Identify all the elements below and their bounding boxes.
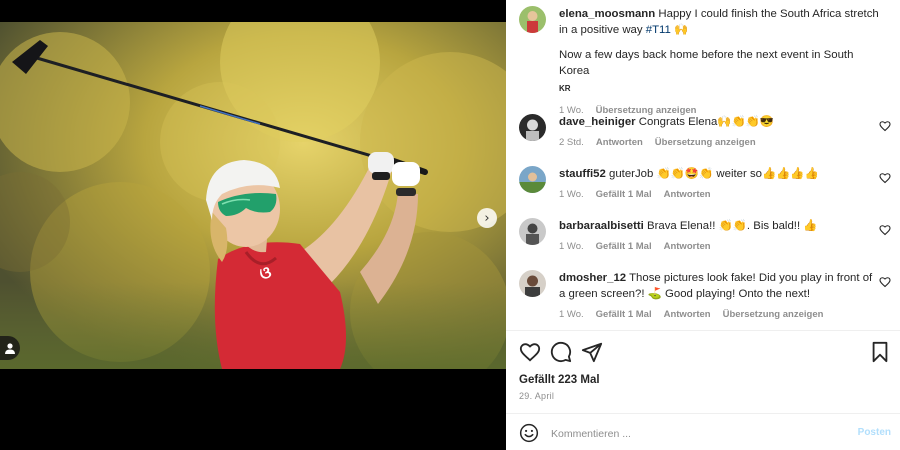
comment-composer: Posten — [519, 423, 891, 445]
comment-time[interactable]: 1 Wo. — [559, 239, 584, 255]
comment-like-icon[interactable] — [879, 172, 891, 184]
comment-like-count[interactable]: Gefällt 1 Mal — [596, 307, 652, 323]
avatar[interactable] — [519, 218, 546, 245]
comment-time[interactable]: 1 Wo. — [559, 187, 584, 203]
caption-text-second: Now a few days back home before the next… — [559, 49, 854, 77]
post-actions — [519, 341, 891, 363]
hashtag-link[interactable]: #T11 — [646, 24, 671, 36]
comment-like-icon[interactable] — [879, 120, 891, 132]
flag-kr: KR — [559, 84, 571, 93]
divider — [506, 413, 900, 414]
emoji-icon[interactable] — [519, 423, 539, 443]
bookmark-icon[interactable] — [869, 341, 891, 363]
post-sidebar: elena_moosmann Happy I could finish the … — [506, 0, 900, 450]
comment-like-icon[interactable] — [879, 276, 891, 288]
comment-icon[interactable] — [550, 341, 572, 363]
media-letterbox-bottom — [0, 369, 506, 450]
comment-username[interactable]: stauffi52 — [559, 168, 606, 180]
comment-text: Congrats Elena🙌👏👏😎 — [638, 116, 775, 128]
post-comment-button[interactable]: Posten — [858, 427, 891, 438]
post-media: ଓ › — [0, 0, 506, 450]
share-icon[interactable] — [581, 341, 603, 363]
carousel-next-button[interactable]: › — [477, 208, 497, 228]
reply-button[interactable]: Antworten — [664, 307, 711, 323]
heart-icon[interactable] — [519, 341, 541, 363]
media-letterbox-top — [0, 0, 506, 22]
reply-button[interactable]: Antworten — [664, 187, 711, 203]
comment-time[interactable]: 1 Wo. — [559, 307, 584, 323]
avatar[interactable] — [519, 114, 546, 141]
caption-emoji: 🙌 — [674, 24, 689, 36]
comment-text: guterJob 👏👏🤩👏 weiter so👍👍👍👍 — [609, 168, 819, 180]
reply-button[interactable]: Antworten — [596, 135, 643, 151]
comment-input[interactable] — [551, 425, 831, 443]
comment-like-count[interactable]: Gefällt 1 Mal — [596, 187, 652, 203]
golfer-illustration: ଓ — [0, 22, 506, 369]
avatar[interactable] — [519, 6, 546, 33]
chevron-right-icon: › — [484, 210, 490, 226]
comment-username[interactable]: dave_heiniger — [559, 116, 636, 128]
comment-time[interactable]: 2 Std. — [559, 135, 584, 151]
post-photo[interactable]: ଓ › — [0, 22, 506, 369]
translate-link[interactable]: Übersetzung anzeigen — [723, 307, 824, 323]
avatar[interactable] — [519, 166, 546, 193]
avatar[interactable] — [519, 270, 546, 297]
comment-username[interactable]: barbaraalbisetti — [559, 220, 644, 232]
comment-like-count[interactable]: Gefällt 1 Mal — [596, 239, 652, 255]
comments-list: elena_moosmann Happy I could finish the … — [506, 0, 900, 330]
comment-like-icon[interactable] — [879, 224, 891, 236]
divider — [506, 330, 900, 331]
post-date[interactable]: 29. April — [519, 391, 554, 401]
tag-user-icon — [5, 343, 15, 354]
reply-button[interactable]: Antworten — [664, 239, 711, 255]
comment-text: Brava Elena!! 👏👏. Bis bald!! 👍 — [647, 220, 818, 232]
comment-username[interactable]: dmosher_12 — [559, 272, 626, 284]
like-count[interactable]: Gefällt 223 Mal — [519, 374, 600, 386]
caption-author[interactable]: elena_moosmann — [559, 8, 655, 20]
translate-link[interactable]: Übersetzung anzeigen — [655, 135, 756, 151]
